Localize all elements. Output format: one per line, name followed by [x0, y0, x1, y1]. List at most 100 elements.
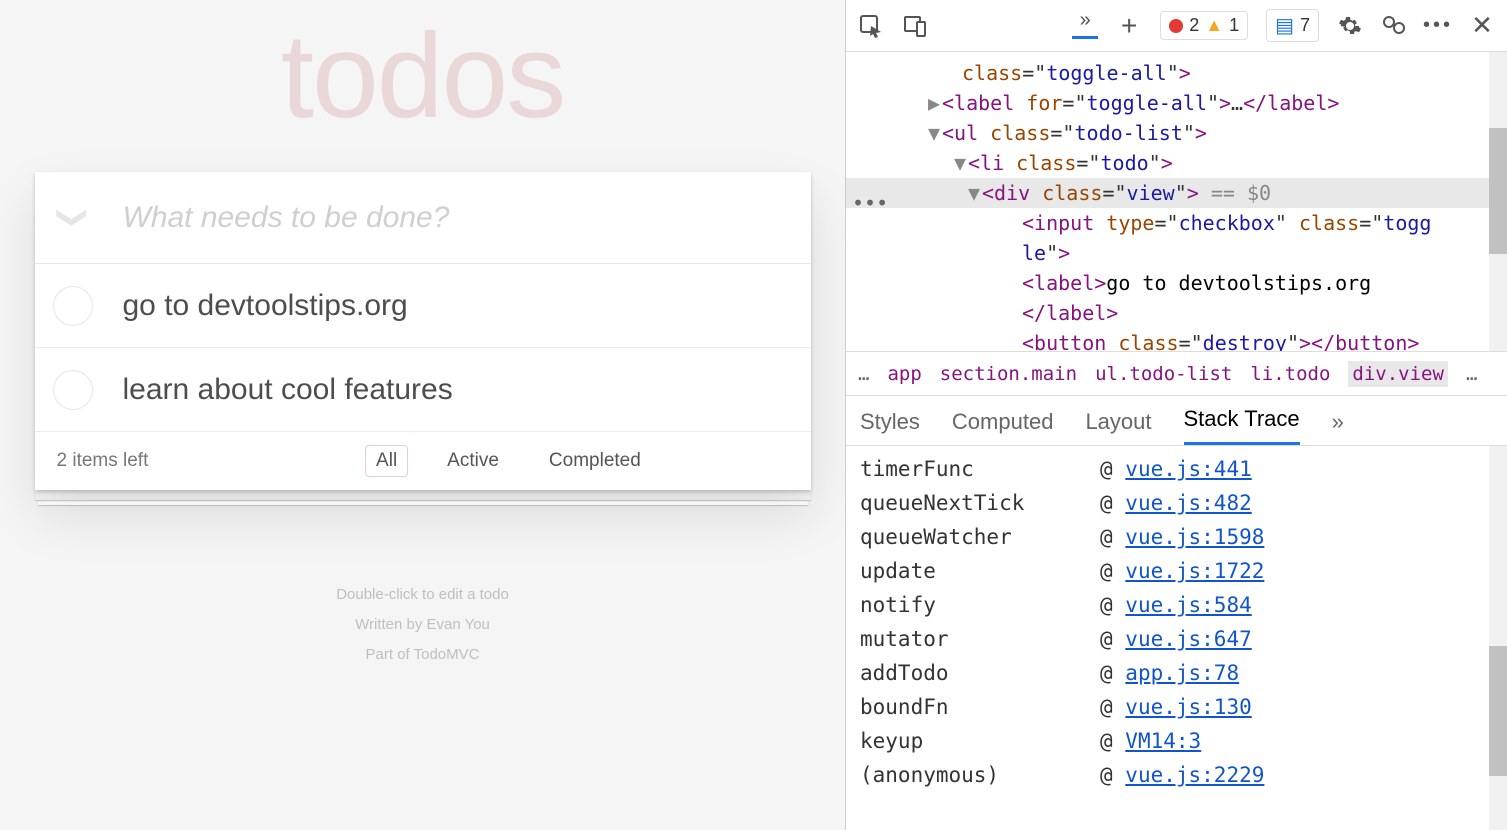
dom-node-line[interactable]: <label>go to devtoolstips.org	[846, 268, 1507, 298]
source-link[interactable]: vue.js:482	[1125, 491, 1251, 515]
source-link[interactable]: vue.js:1722	[1125, 559, 1264, 583]
breadcrumb-crumb[interactable]: ul.todo-list	[1095, 363, 1232, 385]
dom-node-line[interactable]: class="toggle-all">	[846, 58, 1507, 88]
devtools-toolbar: » + 2 ▲ 1 ▤ 7 ••• ✕	[846, 0, 1507, 52]
stack-fn-name: notify	[860, 593, 1100, 617]
dom-node-line[interactable]: </label>	[846, 298, 1507, 328]
error-icon	[1169, 19, 1183, 33]
checkbox-icon[interactable]	[53, 370, 93, 410]
dom-node-line[interactable]: ▶<label for="toggle-all">…</label>	[846, 88, 1507, 118]
subtab-stack-trace[interactable]: Stack Trace	[1184, 406, 1300, 445]
dom-node-line[interactable]: ▼<ul class="todo-list">	[846, 118, 1507, 148]
stack-frame: keyup@ VM14:3	[846, 724, 1507, 758]
breadcrumb-overflow[interactable]: …	[858, 363, 869, 385]
stack-scrollbar[interactable]	[1489, 446, 1507, 830]
breadcrumb-overflow[interactable]: …	[1466, 363, 1477, 385]
app-title: todos	[18, 0, 828, 142]
todo-label[interactable]: go to devtoolstips.org	[93, 289, 408, 323]
app-info: Double-click to edit a todo Written by E…	[18, 580, 828, 670]
subtab-computed[interactable]: Computed	[952, 409, 1054, 445]
info-line: Part of TodoMVC	[18, 640, 828, 670]
dom-breadcrumb: … app section.main ul.todo-list li.todo div.v…	[846, 352, 1507, 396]
error-count: 2	[1189, 15, 1199, 36]
filter-active[interactable]: Active	[436, 445, 510, 477]
subtab-layout[interactable]: Layout	[1085, 409, 1151, 445]
issues-count: 7	[1300, 15, 1310, 36]
stack-fn-name: update	[860, 559, 1100, 583]
stack-location: @ VM14:3	[1100, 729, 1201, 753]
device-toggle-icon[interactable]	[902, 13, 928, 39]
dom-gutter-ellipsis[interactable]: •••	[852, 188, 888, 218]
new-tab-icon[interactable]: +	[1116, 13, 1142, 39]
new-todo-row: ❯	[35, 172, 811, 264]
inspect-element-icon[interactable]	[858, 13, 884, 39]
feedback-icon[interactable]	[1381, 13, 1407, 39]
stack-trace-panel: timerFunc@ vue.js:441queueNextTick@ vue.…	[846, 446, 1507, 830]
error-count-badge[interactable]: 2 ▲ 1	[1160, 11, 1248, 40]
warning-icon: ▲	[1205, 15, 1223, 36]
info-line: Written by Evan You	[18, 610, 828, 640]
dom-node-line[interactable]: ▼<div class="view"> == $0	[846, 178, 1507, 208]
stack-location: @ vue.js:647	[1100, 627, 1252, 651]
items-left-count: 2 items left	[57, 450, 149, 472]
dom-scrollbar[interactable]	[1489, 52, 1507, 351]
stack-frame: queueWatcher@ vue.js:1598	[846, 520, 1507, 554]
stack-location: @ vue.js:482	[1100, 491, 1252, 515]
filter-completed[interactable]: Completed	[538, 445, 652, 477]
overflow-tabs-icon[interactable]: »	[1072, 13, 1098, 39]
settings-icon[interactable]	[1337, 13, 1363, 39]
breadcrumb-crumb[interactable]: li.todo	[1250, 363, 1330, 385]
breadcrumb-crumb[interactable]: section.main	[940, 363, 1077, 385]
stack-fn-name: (anonymous)	[860, 763, 1100, 787]
stack-location: @ vue.js:441	[1100, 457, 1252, 481]
todo-card: ❯ go to devtoolstips.org learn about coo…	[35, 172, 811, 490]
subtab-overflow-icon[interactable]: »	[1332, 409, 1344, 445]
source-link[interactable]: vue.js:2229	[1125, 763, 1264, 787]
todo-label[interactable]: learn about cool features	[93, 373, 453, 407]
close-icon[interactable]: ✕	[1469, 13, 1495, 39]
filter-all[interactable]: All	[365, 445, 408, 477]
stack-fn-name: timerFunc	[860, 457, 1100, 481]
stack-fn-name: queueWatcher	[860, 525, 1100, 549]
stack-frame: update@ vue.js:1722	[846, 554, 1507, 588]
stack-frame: mutator@ vue.js:647	[846, 622, 1507, 656]
stack-location: @ vue.js:130	[1100, 695, 1252, 719]
checkbox-icon[interactable]	[53, 286, 93, 326]
stack-frame: addTodo@ app.js:78	[846, 656, 1507, 690]
source-link[interactable]: vue.js:647	[1125, 627, 1251, 651]
breadcrumb-crumb[interactable]: app	[887, 363, 921, 385]
dom-node-line[interactable]: <button class="destroy"></button>	[846, 328, 1507, 352]
scrollbar-thumb[interactable]	[1489, 646, 1507, 776]
issues-icon: ▤	[1275, 13, 1294, 38]
breadcrumb-crumb[interactable]: div.view	[1348, 361, 1448, 387]
source-link[interactable]: app.js:78	[1125, 661, 1239, 685]
source-link[interactable]: vue.js:584	[1125, 593, 1251, 617]
stack-location: @ vue.js:2229	[1100, 763, 1264, 787]
source-link[interactable]: vue.js:130	[1125, 695, 1251, 719]
elements-dom-tree[interactable]: ••• class="toggle-all">▶<label for="togg…	[846, 52, 1507, 352]
stack-fn-name: addTodo	[860, 661, 1100, 685]
source-link[interactable]: VM14:3	[1125, 729, 1201, 753]
source-link[interactable]: vue.js:441	[1125, 457, 1251, 481]
stack-fn-name: queueNextTick	[860, 491, 1100, 515]
stack-frame: boundFn@ vue.js:130	[846, 690, 1507, 724]
chevron-down-icon[interactable]: ❯	[55, 198, 90, 238]
subtab-styles[interactable]: Styles	[860, 409, 920, 445]
dom-node-line[interactable]: le">	[846, 238, 1507, 268]
dom-node-line[interactable]: ▼<li class="todo">	[846, 148, 1507, 178]
info-line: Double-click to edit a todo	[18, 580, 828, 610]
more-icon[interactable]: •••	[1425, 13, 1451, 39]
stack-location: @ vue.js:1598	[1100, 525, 1264, 549]
scrollbar-thumb[interactable]	[1489, 128, 1507, 254]
footer-bar: 2 items left All Active Completed	[35, 432, 811, 490]
todo-item: learn about cool features	[35, 348, 811, 432]
issues-badge[interactable]: ▤ 7	[1266, 9, 1319, 42]
stack-fn-name: keyup	[860, 729, 1100, 753]
stack-frame: queueNextTick@ vue.js:482	[846, 486, 1507, 520]
source-link[interactable]: vue.js:1598	[1125, 525, 1264, 549]
new-todo-input[interactable]	[93, 201, 811, 235]
stack-location: @ app.js:78	[1100, 661, 1239, 685]
app-viewport: todos ❯ go to devtoolstips.org learn abo…	[0, 0, 845, 830]
dom-node-line[interactable]: <input type="checkbox" class="togg	[846, 208, 1507, 238]
filter-group: All Active Completed	[228, 445, 788, 477]
